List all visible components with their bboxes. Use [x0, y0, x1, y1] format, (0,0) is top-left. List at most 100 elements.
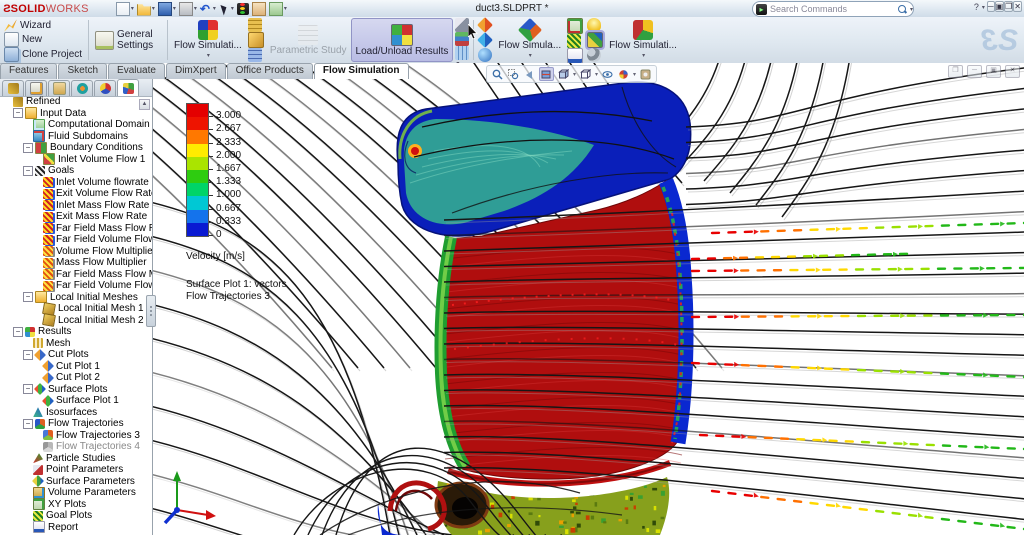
tree-item-local-initial-mesh-2[interactable]: Local Initial Mesh 2: [0, 315, 152, 327]
grid-results-button[interactable]: [455, 46, 469, 60]
options-list-button[interactable]: ▾: [268, 1, 288, 16]
tab-features[interactable]: Features: [0, 63, 57, 79]
open-document-button[interactable]: ▾: [136, 1, 156, 16]
tree-item-surface-plot-1[interactable]: Surface Plot 1: [0, 395, 152, 407]
report-word-button[interactable]: [567, 48, 583, 64]
doc-minimize-button[interactable]: ─: [967, 65, 982, 78]
collapse-icon[interactable]: −: [23, 292, 33, 302]
tree-item-isosurfaces[interactable]: Isosurfaces: [0, 407, 152, 419]
load-unload-results-button[interactable]: Load/Unload Results: [351, 18, 454, 62]
tree-item-input-data[interactable]: −Input Data: [0, 108, 152, 120]
doc-maximize-button[interactable]: ▣: [986, 65, 1001, 78]
tree-item-cut-plot-2[interactable]: Cut Plot 2: [0, 372, 152, 384]
panel-tab-dimxpert-manager[interactable]: [71, 80, 93, 96]
panel-tab-flow-simulation-tree[interactable]: [117, 79, 139, 96]
undo-button[interactable]: ↶▾: [199, 1, 217, 16]
tree-item-mesh[interactable]: Mesh: [0, 338, 152, 350]
probe-button[interactable]: [455, 18, 469, 32]
print-button[interactable]: ▾: [178, 1, 198, 16]
tree-item-mass-flow-multiplier[interactable]: Mass Flow Multiplier: [0, 257, 152, 269]
dropdown-icon[interactable]: ▾: [573, 71, 576, 78]
tree-item-volume-flow-multiplier[interactable]: Volume Flow Multiplier: [0, 246, 152, 258]
panel-tab-property-manager[interactable]: [25, 80, 47, 96]
help-dropdown-icon[interactable]: ▾: [982, 4, 985, 11]
panel-tab-feature-manager[interactable]: [2, 80, 24, 96]
solver-button[interactable]: [248, 32, 264, 48]
tree-item-inlet-volume-flowrate[interactable]: Inlet Volume flowrate: [0, 177, 152, 189]
dropdown-icon[interactable]: ▾: [633, 71, 636, 78]
flow-simula--button[interactable]: Flow Simula...▾: [494, 18, 565, 62]
tree-item-boundary-conditions[interactable]: −Boundary Conditions: [0, 142, 152, 154]
dropdown-icon[interactable]: ▾: [173, 5, 176, 12]
tab-evaluate[interactable]: Evaluate: [108, 63, 165, 79]
help-button[interactable]: ?: [974, 2, 979, 12]
collapse-icon[interactable]: −: [23, 419, 33, 429]
dropdown-icon[interactable]: ▾: [213, 5, 216, 12]
clone-project-button[interactable]: Clone Project: [4, 48, 82, 61]
dropdown-icon[interactable]: ▾: [284, 5, 287, 12]
panel-tab-display-manager[interactable]: [94, 80, 116, 96]
tree-item-flow-trajectories-3[interactable]: Flow Trajectories 3: [0, 430, 152, 442]
zoom-area-button[interactable]: [507, 68, 520, 80]
graphics-viewport[interactable]: ▾▾▾ ❐─▣✕ 3.0002.6672.3332.0001.6671.3331…: [152, 63, 1024, 535]
dropdown-icon[interactable]: ▾: [642, 51, 645, 61]
search-dropdown-icon[interactable]: ▾: [910, 6, 913, 13]
tree-item-report[interactable]: Report: [0, 522, 152, 534]
tree-item-fluid-subdomains[interactable]: Fluid Subdomains: [0, 131, 152, 143]
restore-button[interactable]: ❐: [1004, 1, 1013, 12]
general-settings-button[interactable]: General Settings: [91, 17, 165, 63]
hide-show-items-button[interactable]: [601, 68, 614, 80]
tab-flow-simulation[interactable]: Flow Simulation: [314, 63, 409, 79]
tree-item-far-field-mass-flow-mu[interactable]: Far Field Mass Flow Mu: [0, 269, 152, 281]
tree-item-refined[interactable]: Refined: [0, 96, 152, 108]
tree-item-goals[interactable]: −Goals: [0, 165, 152, 177]
save-button[interactable]: ▾: [157, 1, 177, 16]
layers-button[interactable]: [455, 32, 469, 46]
lightbulb-button[interactable]: [587, 18, 601, 32]
panel-splitter-handle[interactable]: [146, 295, 156, 327]
search-scope-icon[interactable]: ▸: [756, 4, 767, 15]
mesh-settings-button[interactable]: [248, 18, 262, 32]
tree-item-goal-plots[interactable]: Goal Plots: [0, 510, 152, 522]
flow-simulati--button[interactable]: Flow Simulati...▾: [605, 18, 681, 62]
tab-sketch[interactable]: Sketch: [58, 63, 107, 79]
tree-item-results[interactable]: −Results: [0, 326, 152, 338]
tree-item-local-initial-meshes[interactable]: −Local Initial Meshes: [0, 292, 152, 304]
xy-plot-button[interactable]: [567, 18, 583, 34]
display-style-button[interactable]: [579, 68, 592, 80]
tab-dimxpert[interactable]: DimXpert: [166, 63, 226, 79]
section-view-button[interactable]: [539, 67, 554, 81]
tree-item-flow-trajectories-4[interactable]: Flow Trajectories 4: [0, 441, 152, 453]
tree-item-local-initial-mesh-1[interactable]: Local Initial Mesh 1: [0, 303, 152, 315]
tree-item-exit-mass-flow-rate[interactable]: Exit Mass Flow Rate: [0, 211, 152, 223]
iso-plot-button[interactable]: [478, 48, 492, 62]
tree-item-inlet-mass-flow-rate[interactable]: Inlet Mass Flow Rate: [0, 200, 152, 212]
cut-plot-button[interactable]: [477, 17, 493, 33]
dropdown-icon[interactable]: ▾: [131, 5, 134, 12]
tree-scroll-up-icon[interactable]: ▲: [139, 99, 150, 110]
new-button[interactable]: New: [4, 33, 82, 46]
maximize-button[interactable]: ▣: [995, 1, 1005, 12]
tree-item-far-field-mass-flow-rat[interactable]: Far Field Mass Flow Rat: [0, 223, 152, 235]
dropdown-icon[interactable]: ▾: [595, 71, 598, 78]
tree-item-flow-trajectories[interactable]: −Flow Trajectories: [0, 418, 152, 430]
tree-item-surface-plots[interactable]: −Surface Plots: [0, 384, 152, 396]
tree-item-particle-studies[interactable]: Particle Studies: [0, 453, 152, 465]
dropdown-icon[interactable]: ▾: [152, 5, 155, 12]
parametric-study-button[interactable]: Parametric Study: [266, 18, 351, 62]
collapse-icon[interactable]: −: [23, 350, 33, 360]
dropdown-icon[interactable]: ▾: [231, 5, 234, 12]
tree-item-exit-volume-flow-rate[interactable]: Exit Volume Flow Rate: [0, 188, 152, 200]
select-cursor-button[interactable]: ▾: [218, 1, 235, 16]
gears-button[interactable]: [587, 48, 601, 62]
tree-item-cut-plots[interactable]: −Cut Plots: [0, 349, 152, 361]
tree-item-surface-parameters[interactable]: Surface Parameters: [0, 476, 152, 488]
minimize-button[interactable]: ─: [987, 1, 995, 12]
doc-restore-button[interactable]: ❐: [948, 65, 963, 78]
panel-tab-configuration-manager[interactable]: [48, 80, 70, 96]
collapse-icon[interactable]: −: [23, 143, 33, 153]
scene-settings-button[interactable]: [639, 68, 652, 80]
flow-simulati--button[interactable]: Flow Simulati...▾: [170, 18, 246, 62]
collapse-icon[interactable]: −: [23, 384, 33, 394]
mesh-view-button[interactable]: [248, 48, 262, 62]
